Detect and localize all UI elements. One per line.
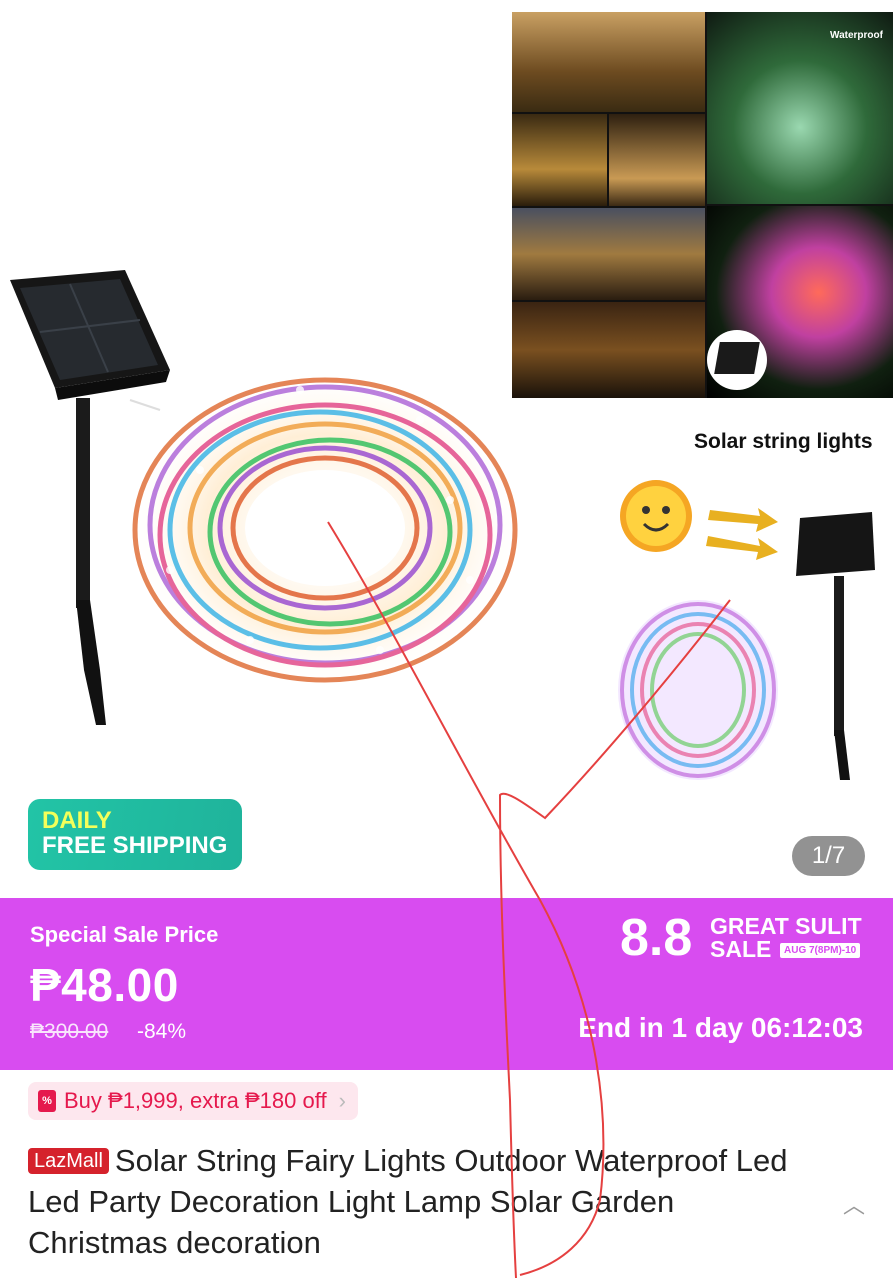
sale-label: Special Sale Price bbox=[30, 922, 219, 947]
product-title: LazMall Solar String Fairy Lights Outdoor… bbox=[28, 1140, 798, 1263]
voucher-icon: % bbox=[38, 1090, 56, 1112]
daily-free-shipping-badge: DAILY FREE SHIPPING bbox=[28, 799, 242, 870]
special-sale-bar: Special Sale Price ₱48.00 ₱300.00 -84% 8… bbox=[0, 898, 893, 1070]
image-counter: 1/7 bbox=[792, 836, 865, 876]
lazmall-badge: LazMall bbox=[28, 1148, 109, 1174]
campaign-number: 8.8 bbox=[620, 909, 693, 967]
campaign-dates: AUG 7(8PM)-10 bbox=[780, 943, 861, 958]
product-main-image bbox=[10, 270, 525, 725]
product-title-text: Solar String Fairy Lights Outdoor Waterp… bbox=[28, 1143, 788, 1260]
chevron-up-icon[interactable]: ︿ bbox=[843, 1188, 865, 1220]
campaign-logo: 8.8 GREAT SULIT SALE AUG 7(8PM)-10 bbox=[620, 912, 880, 972]
sale-price: ₱48.00 bbox=[30, 959, 179, 1011]
chevron-right-icon: › bbox=[338, 1088, 346, 1113]
original-price: ₱300.00 bbox=[30, 1020, 109, 1043]
badge-line2: FREE SHIPPING bbox=[42, 832, 228, 859]
sale-countdown: End in 1 day 06:12:03 bbox=[578, 1012, 863, 1043]
discount-percent: -84% bbox=[137, 1020, 187, 1043]
product-image-gallery[interactable]: Waterproof Solar string lights DAILY FRE… bbox=[0, 0, 893, 898]
campaign-line2: SALE bbox=[710, 936, 772, 962]
campaign-line1: GREAT SULIT bbox=[710, 913, 862, 939]
solar-diagram-image bbox=[618, 480, 875, 780]
voucher-text: Buy ₱1,999, extra ₱180 off bbox=[64, 1088, 327, 1113]
solar-caption: Solar string lights bbox=[694, 430, 873, 453]
waterproof-label: Waterproof bbox=[830, 30, 883, 41]
voucher-chip[interactable]: % Buy ₱1,999, extra ₱180 off › bbox=[28, 1082, 358, 1120]
product-collage-image bbox=[512, 12, 893, 398]
badge-line1: DAILY bbox=[42, 807, 112, 834]
